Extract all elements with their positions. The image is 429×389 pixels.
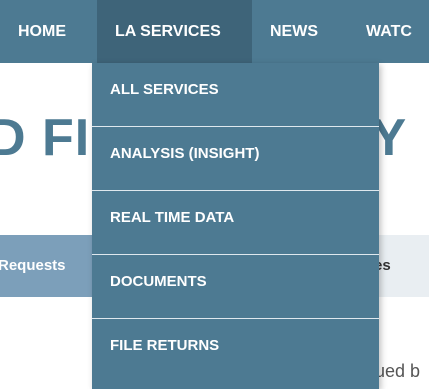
body-text-fragment: ued b — [375, 361, 421, 381]
nav-watch-link[interactable]: WATC — [366, 0, 412, 63]
nav-home-link[interactable]: HOME — [18, 0, 66, 63]
la-services-dropdown-menu: ALL SERVICES ANALYSIS (INSIGHT) REAL TIM… — [92, 63, 379, 389]
nav-la-services-link[interactable]: LA SERVICES — [97, 0, 252, 63]
tab-requests[interactable]: Requests — [0, 235, 99, 297]
top-navbar: HOME LA SERVICES NEWS WATC — [0, 0, 429, 63]
menu-item-file-returns[interactable]: FILE RETURNS — [92, 319, 379, 383]
menu-item-analysis-insight[interactable]: ANALYSIS (INSIGHT) — [92, 127, 379, 191]
menu-item-all-services[interactable]: ALL SERVICES — [92, 63, 379, 127]
menu-item-documents[interactable]: DOCUMENTS — [92, 255, 379, 319]
menu-item-real-time-data[interactable]: REAL TIME DATA — [92, 191, 379, 255]
nav-news-link[interactable]: NEWS — [270, 0, 318, 63]
